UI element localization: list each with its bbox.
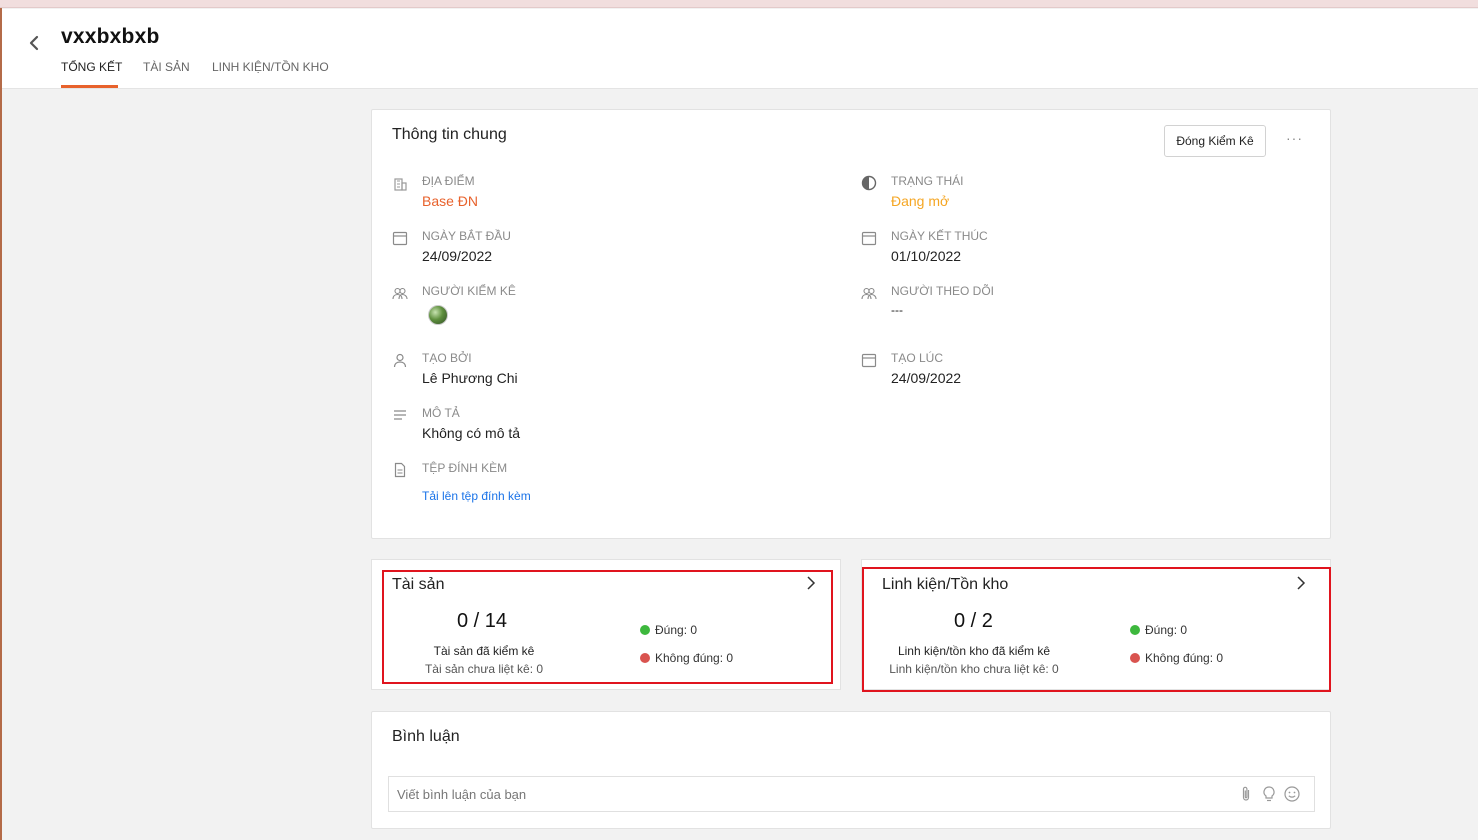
page-header: vxxbxbxb TỔNG KẾT TÀI SẢN LINH KIỆN/TỒN … [2,9,1478,89]
tab-parts-inventory[interactable]: LINH KIỆN/TỒN KHO [212,60,329,74]
general-info-title: Thông tin chung [392,126,507,143]
green-dot-icon [640,625,650,635]
building-icon [392,175,408,191]
parts-correct: Đúng: 0 [1145,623,1188,637]
description-label: MÔ TẢ [422,406,460,420]
active-tab-indicator [61,85,118,88]
paperclip-icon[interactable] [1237,785,1255,803]
lines-icon [392,407,408,423]
assets-count: 0 / 14 [457,610,508,632]
description-value: Không có mô tả [422,425,521,441]
calendar-icon [392,230,408,246]
parts-incorrect-legend: Không đúng: 0 [1130,651,1223,665]
assets-correct-legend: Đúng: 0 [640,623,697,637]
created-by-label: TẠO BỞI [422,351,472,365]
follower-value: --- [891,303,903,317]
page-title: vxxbxbxb [61,25,160,48]
close-inventory-button[interactable]: Đóng Kiểm Kê [1164,125,1266,157]
assets-incorrect-legend: Không đúng: 0 [640,651,733,665]
attachments-label: TỆP ĐÍNH KÈM [422,461,508,475]
more-options-icon[interactable]: ··· [1286,130,1303,146]
auditor-label: NGƯỜI KIỂM KÊ [422,284,516,298]
parts-incorrect: Không đúng: 0 [1145,651,1224,665]
users-icon [392,285,408,301]
users-icon [861,285,877,301]
assets-caption: Tài sản đã kiểm kê [433,644,535,658]
comment-input[interactable] [397,783,1217,805]
status-value: Đang mở [891,193,950,209]
half-circle-status-icon [861,175,877,191]
browser-top-strip [0,0,1478,8]
calendar-icon [861,352,877,368]
tab-summary[interactable]: TỔNG KẾT [61,60,122,74]
assets-incorrect: Không đúng: 0 [655,651,734,665]
assets-card-title: Tài sản [392,576,445,593]
chevron-right-icon[interactable] [805,575,817,596]
chevron-right-icon[interactable] [1295,575,1307,596]
follower-label: NGƯỜI THEO DÕI [891,284,994,298]
start-date-value: 24/09/2022 [422,248,493,264]
created-by-value: Lê Phương Chi [422,370,518,386]
comments-card: Bình luận [371,711,1331,829]
parts-unlisted: Linh kiện/tồn kho chưa liệt kê: 0 [889,662,1059,676]
green-dot-icon [1130,625,1140,635]
auditor-avatar[interactable] [428,305,448,325]
assets-unlisted: Tài sản chưa liệt kê: 0 [424,662,544,676]
user-icon [392,352,408,368]
location-label: ĐỊA ĐIỂM [422,174,475,188]
start-date-label: NGÀY BẮT ĐẦU [422,229,511,243]
created-at-label: TẠO LÚC [891,351,944,365]
back-arrow-icon[interactable] [24,31,46,55]
document-icon [392,462,408,478]
general-info-card: Thông tin chung Đóng Kiểm Kê ··· ĐỊA ĐIỂ… [371,109,1331,539]
assets-correct: Đúng: 0 [655,623,698,637]
calendar-icon [861,230,877,246]
upload-attachment-link[interactable]: Tải lên tệp đính kèm [422,489,531,503]
parts-card-title: Linh kiện/Tồn kho [882,576,1009,593]
lightbulb-icon[interactable] [1260,785,1278,803]
comment-box [388,776,1315,812]
status-label: TRẠNG THÁI [891,174,964,188]
end-date-label: NGÀY KẾT THÚC [891,229,988,243]
smiley-icon[interactable] [1283,785,1301,803]
comments-title: Bình luận [392,728,460,745]
left-edge-border [0,8,2,840]
location-value: Base ĐN [422,193,479,209]
end-date-value: 01/10/2022 [891,248,962,264]
red-dot-icon [640,653,650,663]
parts-caption: Linh kiện/tồn kho đã kiểm kê [897,644,1051,658]
red-dot-icon [1130,653,1140,663]
tab-assets[interactable]: TÀI SẢN [143,60,190,74]
parts-count: 0 / 2 [954,610,993,632]
parts-correct-legend: Đúng: 0 [1130,623,1187,637]
created-at-value: 24/09/2022 [891,370,962,386]
